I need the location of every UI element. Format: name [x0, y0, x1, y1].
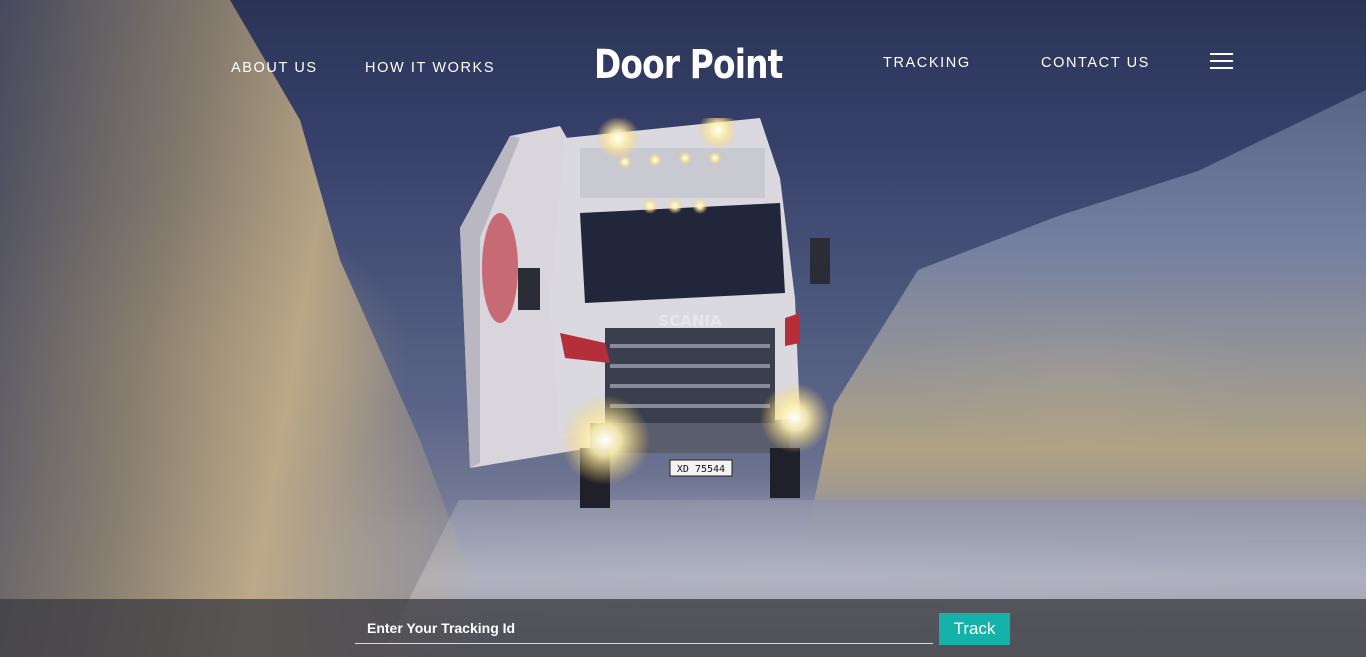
nav-about-us[interactable]: ABOUT US: [231, 60, 318, 76]
hamburger-line: [1210, 53, 1233, 55]
brand-logo[interactable]: Door Point: [594, 42, 783, 88]
truck-image: SCANIA XD 75544: [440, 110, 840, 528]
hamburger-menu-icon[interactable]: [1210, 53, 1234, 71]
tracking-bar: Track: [0, 599, 1366, 657]
hamburger-line: [1210, 67, 1233, 69]
track-button[interactable]: Track: [939, 613, 1010, 645]
tracking-id-input[interactable]: [355, 612, 933, 644]
hamburger-line: [1210, 60, 1233, 62]
truck-brand-badge: SCANIA: [658, 312, 722, 330]
snow-wall-left: [0, 0, 480, 657]
license-plate: XD 75544: [677, 464, 725, 475]
nav-how-it-works[interactable]: HOW IT WORKS: [365, 60, 495, 76]
nav-tracking[interactable]: TRACKING: [883, 55, 971, 71]
snow-bank-right: [806, 90, 1366, 540]
nav-contact-us[interactable]: CONTACT US: [1041, 55, 1150, 71]
truck-illustration: SCANIA XD 75544: [460, 110, 830, 508]
hero-banner: SCANIA XD 75544 ABOUT US HOW IT WORKS Do…: [0, 0, 1366, 657]
